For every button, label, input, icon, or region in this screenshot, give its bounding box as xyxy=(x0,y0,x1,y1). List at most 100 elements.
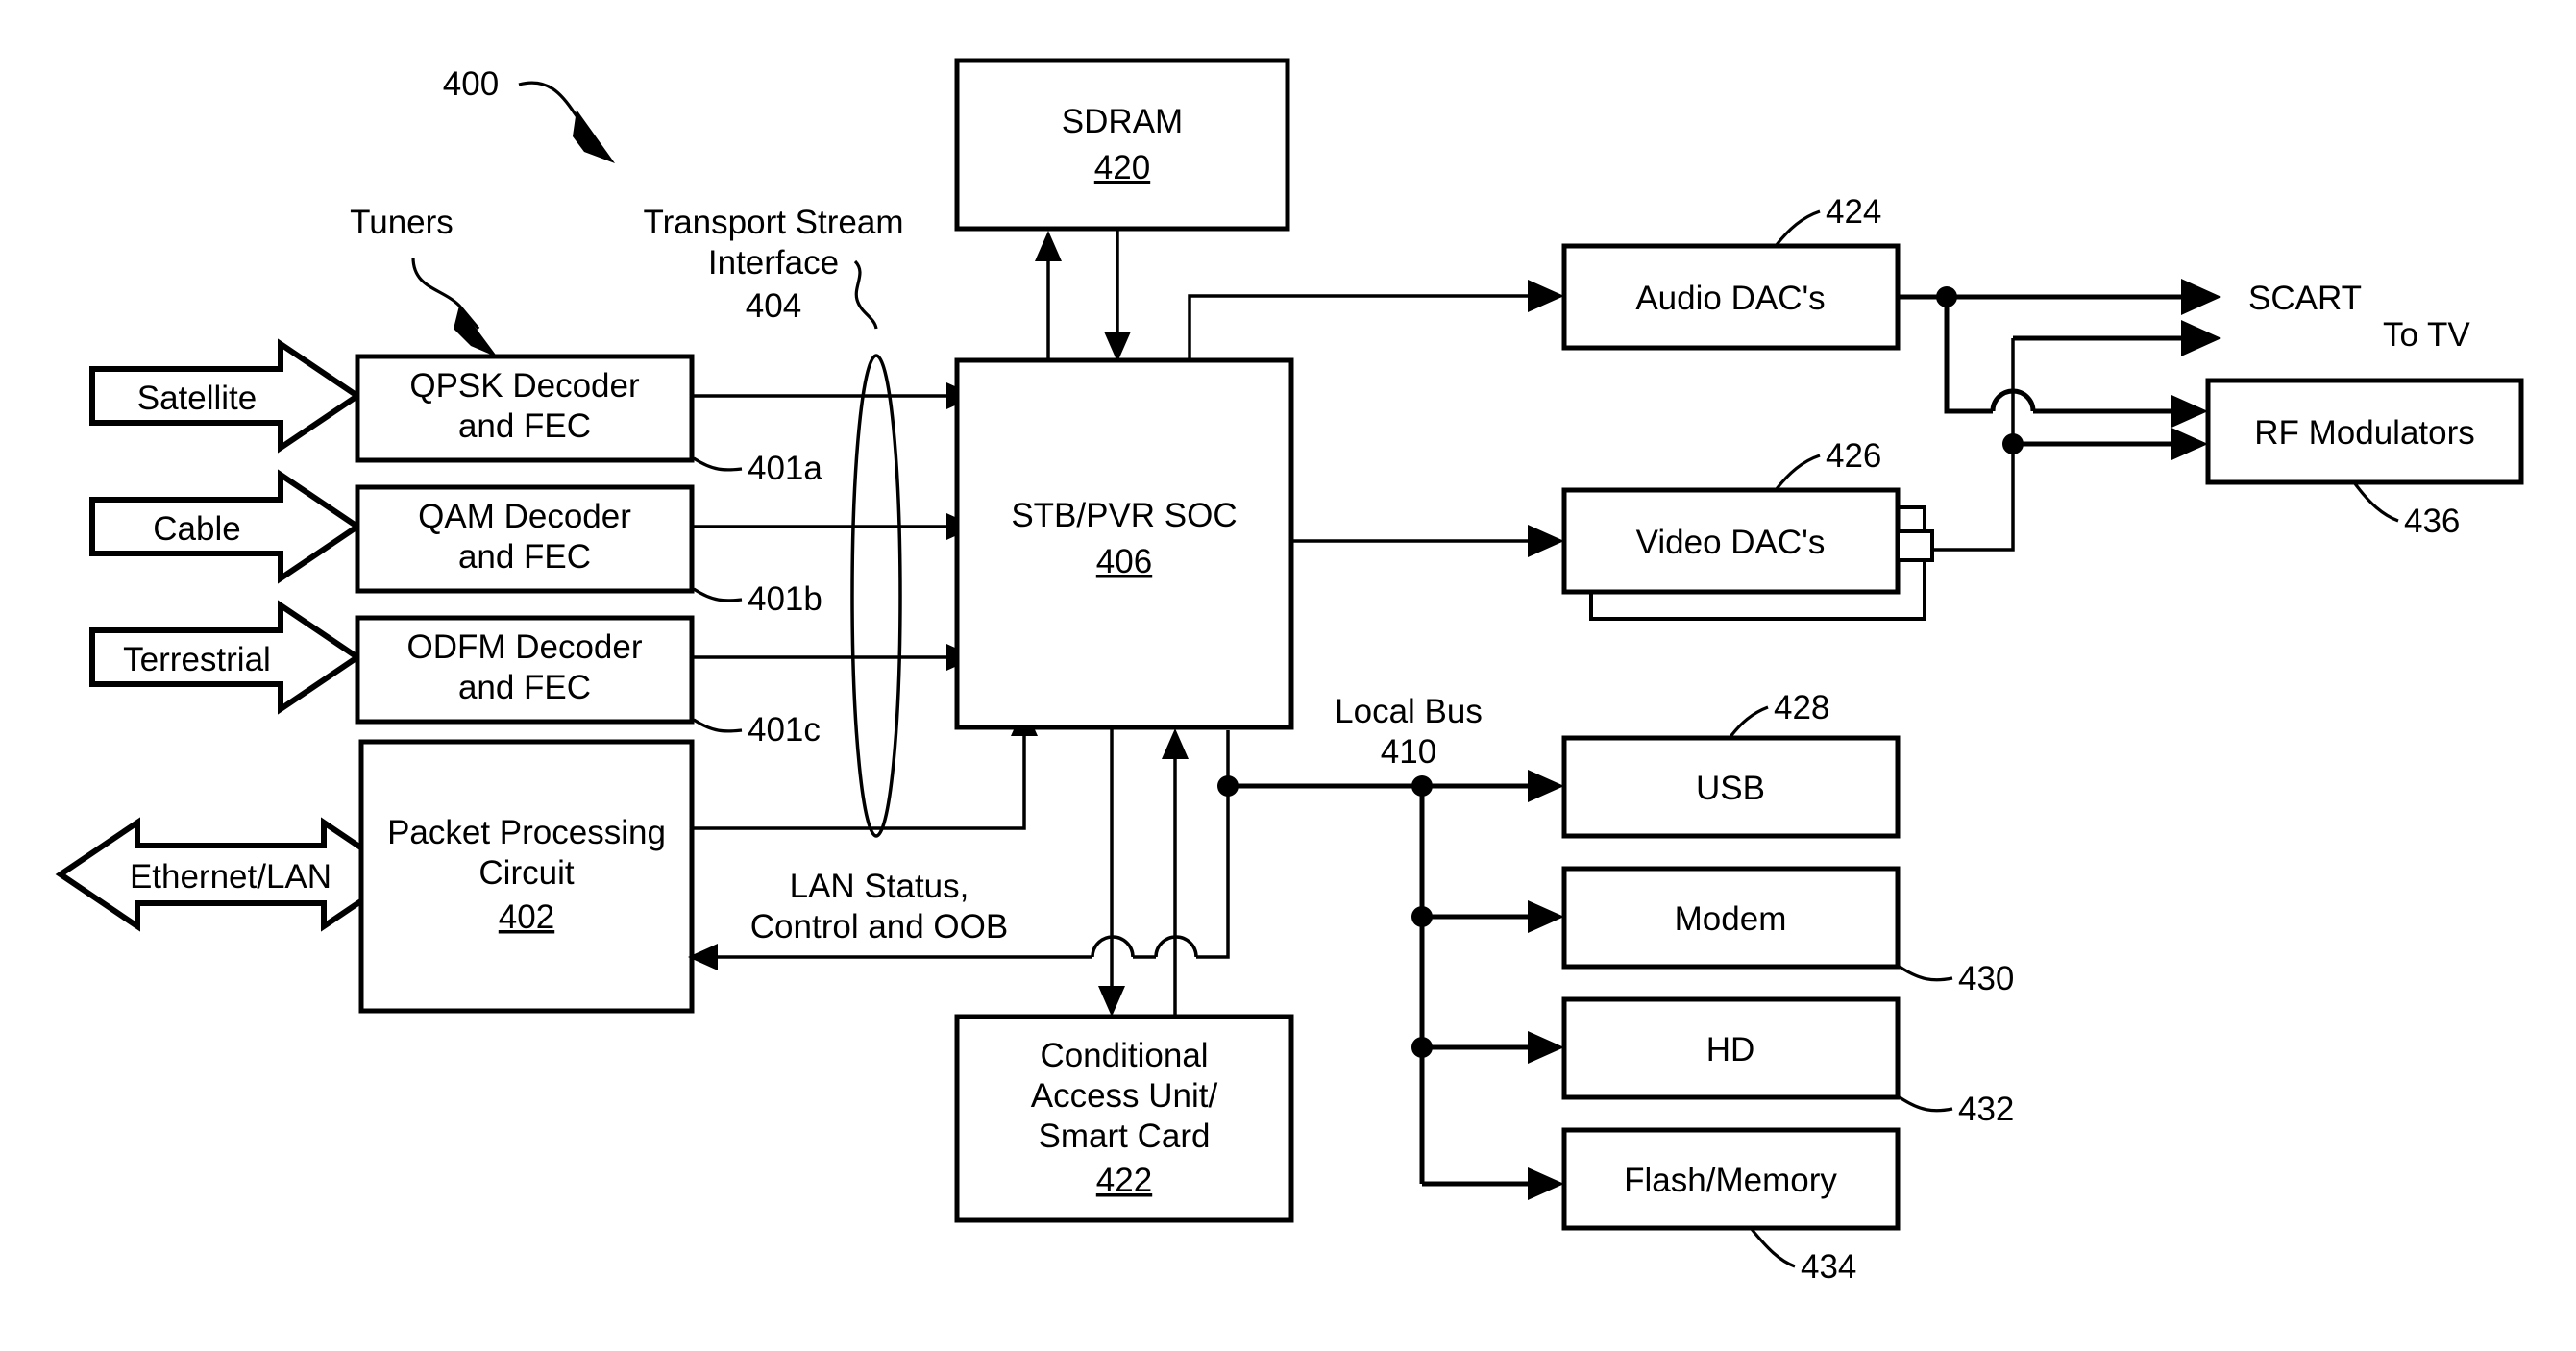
figure-canvas: 400 Tuners Transport Stream Interface 40… xyxy=(0,0,2576,1351)
block-flash-memory-ref: 434 xyxy=(1801,1248,1856,1286)
transport-stream-interface-ref: 404 xyxy=(746,287,801,325)
local-bus-ref: 410 xyxy=(1381,733,1436,771)
block-usb-label: USB xyxy=(1696,770,1765,807)
block-qam-decoder-ref-leader xyxy=(693,587,743,602)
block-audio-dacs-label: Audio DAC's xyxy=(1635,280,1825,317)
wire-qam-to-soc xyxy=(692,513,976,540)
input-label-terrestrial: Terrestrial xyxy=(123,641,271,678)
block-usb-ref: 428 xyxy=(1774,689,1829,726)
block-odfm-decoder-ref-leader xyxy=(693,718,743,733)
block-odfm-decoder-label-line1: ODFM Decoder xyxy=(406,628,642,666)
block-odfm-decoder-ref: 401c xyxy=(748,711,821,749)
block-video-dacs-ref: 426 xyxy=(1826,437,1881,475)
transport-stream-interface-leader xyxy=(853,259,878,330)
block-modem-ref-leader xyxy=(1899,965,1953,982)
wire-lan-status-control-oob: LAN Status, Control and OOB xyxy=(688,730,1230,970)
block-packet-processing-label-line1: Packet Processing xyxy=(387,814,666,851)
figure-number-callout: 400 xyxy=(443,65,615,163)
wire-sdram-to-soc-read xyxy=(1104,231,1131,362)
block-video-dacs-ref-leader xyxy=(1774,454,1821,491)
block-video-dacs-label: Video DAC's xyxy=(1636,524,1826,561)
block-stb-pvr-soc: STB/PVR SOC 406 xyxy=(954,357,1294,730)
block-qam-decoder-ref: 401b xyxy=(748,580,822,618)
local-bus-callout: Local Bus 410 xyxy=(1335,693,1483,771)
block-qpsk-decoder: QPSK Decoder and FEC 401a xyxy=(355,354,822,487)
tuners-label: Tuners xyxy=(350,204,454,241)
block-stb-pvr-soc-ref: 406 xyxy=(1096,543,1152,580)
wire-soc-to-sdram-write xyxy=(1035,231,1062,360)
transport-stream-interface-label-line1: Transport Stream xyxy=(643,204,903,241)
tuners-leader-arrowhead xyxy=(454,306,498,357)
block-usb-ref-leader xyxy=(1728,705,1769,739)
block-modem-ref: 430 xyxy=(1958,960,2014,997)
figure-number-leader-arrowhead xyxy=(573,110,615,163)
block-stb-pvr-soc-label: STB/PVR SOC xyxy=(1011,497,1237,534)
block-flash-memory-ref-leader xyxy=(1749,1226,1796,1268)
block-rf-modulators-ref-leader xyxy=(2352,481,2399,523)
lan-status-label-line2: Control and OOB xyxy=(750,908,1008,946)
block-packet-processing-label-line2: Circuit xyxy=(478,854,574,892)
block-qam-decoder: QAM Decoder and FEC 401b xyxy=(355,484,822,618)
block-conditional-access-label-line1: Conditional xyxy=(1040,1037,1208,1074)
block-flash-memory-label: Flash/Memory xyxy=(1624,1162,1837,1199)
block-hd: HD 432 xyxy=(1561,996,2014,1128)
block-sdram: SDRAM 420 xyxy=(954,58,1290,232)
block-qam-decoder-label-line2: and FEC xyxy=(458,538,591,576)
wire-odfm-to-soc xyxy=(692,644,976,671)
wire-conditional-access-to-soc xyxy=(1162,728,1189,1017)
block-sdram-ref: 420 xyxy=(1094,149,1150,186)
transport-stream-interface-lens xyxy=(850,354,902,838)
input-label-ethernet-lan: Ethernet/LAN xyxy=(130,858,331,896)
wire-qpsk-to-soc xyxy=(692,382,976,409)
input-arrow-satellite: Satellite xyxy=(89,338,363,454)
wire-soc-to-video-dacs xyxy=(1291,525,1564,557)
input-arrow-terrestrial: Terrestrial xyxy=(89,600,363,715)
block-modem: Modem 430 xyxy=(1561,866,2014,997)
block-qam-decoder-label-line1: QAM Decoder xyxy=(418,498,631,535)
block-packet-processing-circuit: Packet Processing Circuit 402 xyxy=(358,739,695,1014)
scart-label: SCART xyxy=(2248,280,2362,317)
input-label-cable: Cable xyxy=(153,510,240,548)
tuners-group-callout: Tuners xyxy=(350,204,498,357)
block-qpsk-decoder-ref: 401a xyxy=(748,450,822,487)
block-conditional-access-ref: 422 xyxy=(1096,1162,1152,1199)
block-qpsk-decoder-ref-leader xyxy=(693,456,743,472)
lan-status-label-line1: LAN Status, xyxy=(790,868,969,905)
block-rf-modulators-label: RF Modulators xyxy=(2254,414,2475,452)
transport-stream-interface-label-line2: Interface xyxy=(708,244,839,282)
transport-stream-interface-callout: Transport Stream Interface 404 xyxy=(643,204,904,330)
block-packet-processing-ref: 402 xyxy=(499,898,554,936)
local-bus-label: Local Bus xyxy=(1335,693,1483,730)
block-audio-dacs: Audio DAC's 424 xyxy=(1561,193,1901,351)
block-conditional-access-label-line3: Smart Card xyxy=(1039,1118,1211,1155)
tuners-leader-line xyxy=(411,257,480,331)
figure-number-label: 400 xyxy=(443,65,499,103)
block-audio-dacs-ref: 424 xyxy=(1826,193,1881,231)
video-dacs-connector-nub xyxy=(1896,529,1934,562)
block-qpsk-decoder-label-line1: QPSK Decoder xyxy=(409,367,640,405)
block-rf-modulators: RF Modulators 436 xyxy=(2205,378,2524,540)
block-audio-dacs-ref-leader xyxy=(1774,209,1821,247)
block-hd-ref: 432 xyxy=(1958,1091,2014,1128)
input-arrow-cable: Cable xyxy=(89,469,363,584)
block-hd-label: HD xyxy=(1706,1031,1755,1069)
block-diagram-svg: 400 Tuners Transport Stream Interface 40… xyxy=(55,58,2524,1286)
input-label-satellite: Satellite xyxy=(137,380,258,417)
block-hd-ref-leader xyxy=(1899,1095,1953,1113)
wire-soc-to-audio-dacs xyxy=(1188,280,1564,360)
block-qpsk-decoder-label-line2: and FEC xyxy=(458,407,591,445)
block-odfm-decoder: ODFM Decoder and FEC 401c xyxy=(355,615,821,749)
block-sdram-label: SDRAM xyxy=(1062,103,1183,140)
wire-soc-to-conditional-access xyxy=(1098,727,1125,1017)
block-conditional-access-unit: Conditional Access Unit/ Smart Card 422 xyxy=(954,1014,1294,1223)
block-flash-memory: Flash/Memory 434 xyxy=(1561,1127,1901,1286)
block-usb: USB 428 xyxy=(1561,689,1901,839)
block-video-dacs: Video DAC's 426 xyxy=(1561,437,1926,621)
block-rf-modulators-ref: 436 xyxy=(2404,503,2460,540)
to-tv-label: To TV xyxy=(2383,316,2470,354)
block-odfm-decoder-label-line2: and FEC xyxy=(458,669,591,706)
junction-dot-soc-local-bus xyxy=(1217,775,1239,797)
block-conditional-access-label-line2: Access Unit/ xyxy=(1031,1077,1218,1115)
input-arrow-ethernet-lan: Ethernet/LAN xyxy=(55,817,406,932)
block-modem-label: Modem xyxy=(1675,900,1787,938)
